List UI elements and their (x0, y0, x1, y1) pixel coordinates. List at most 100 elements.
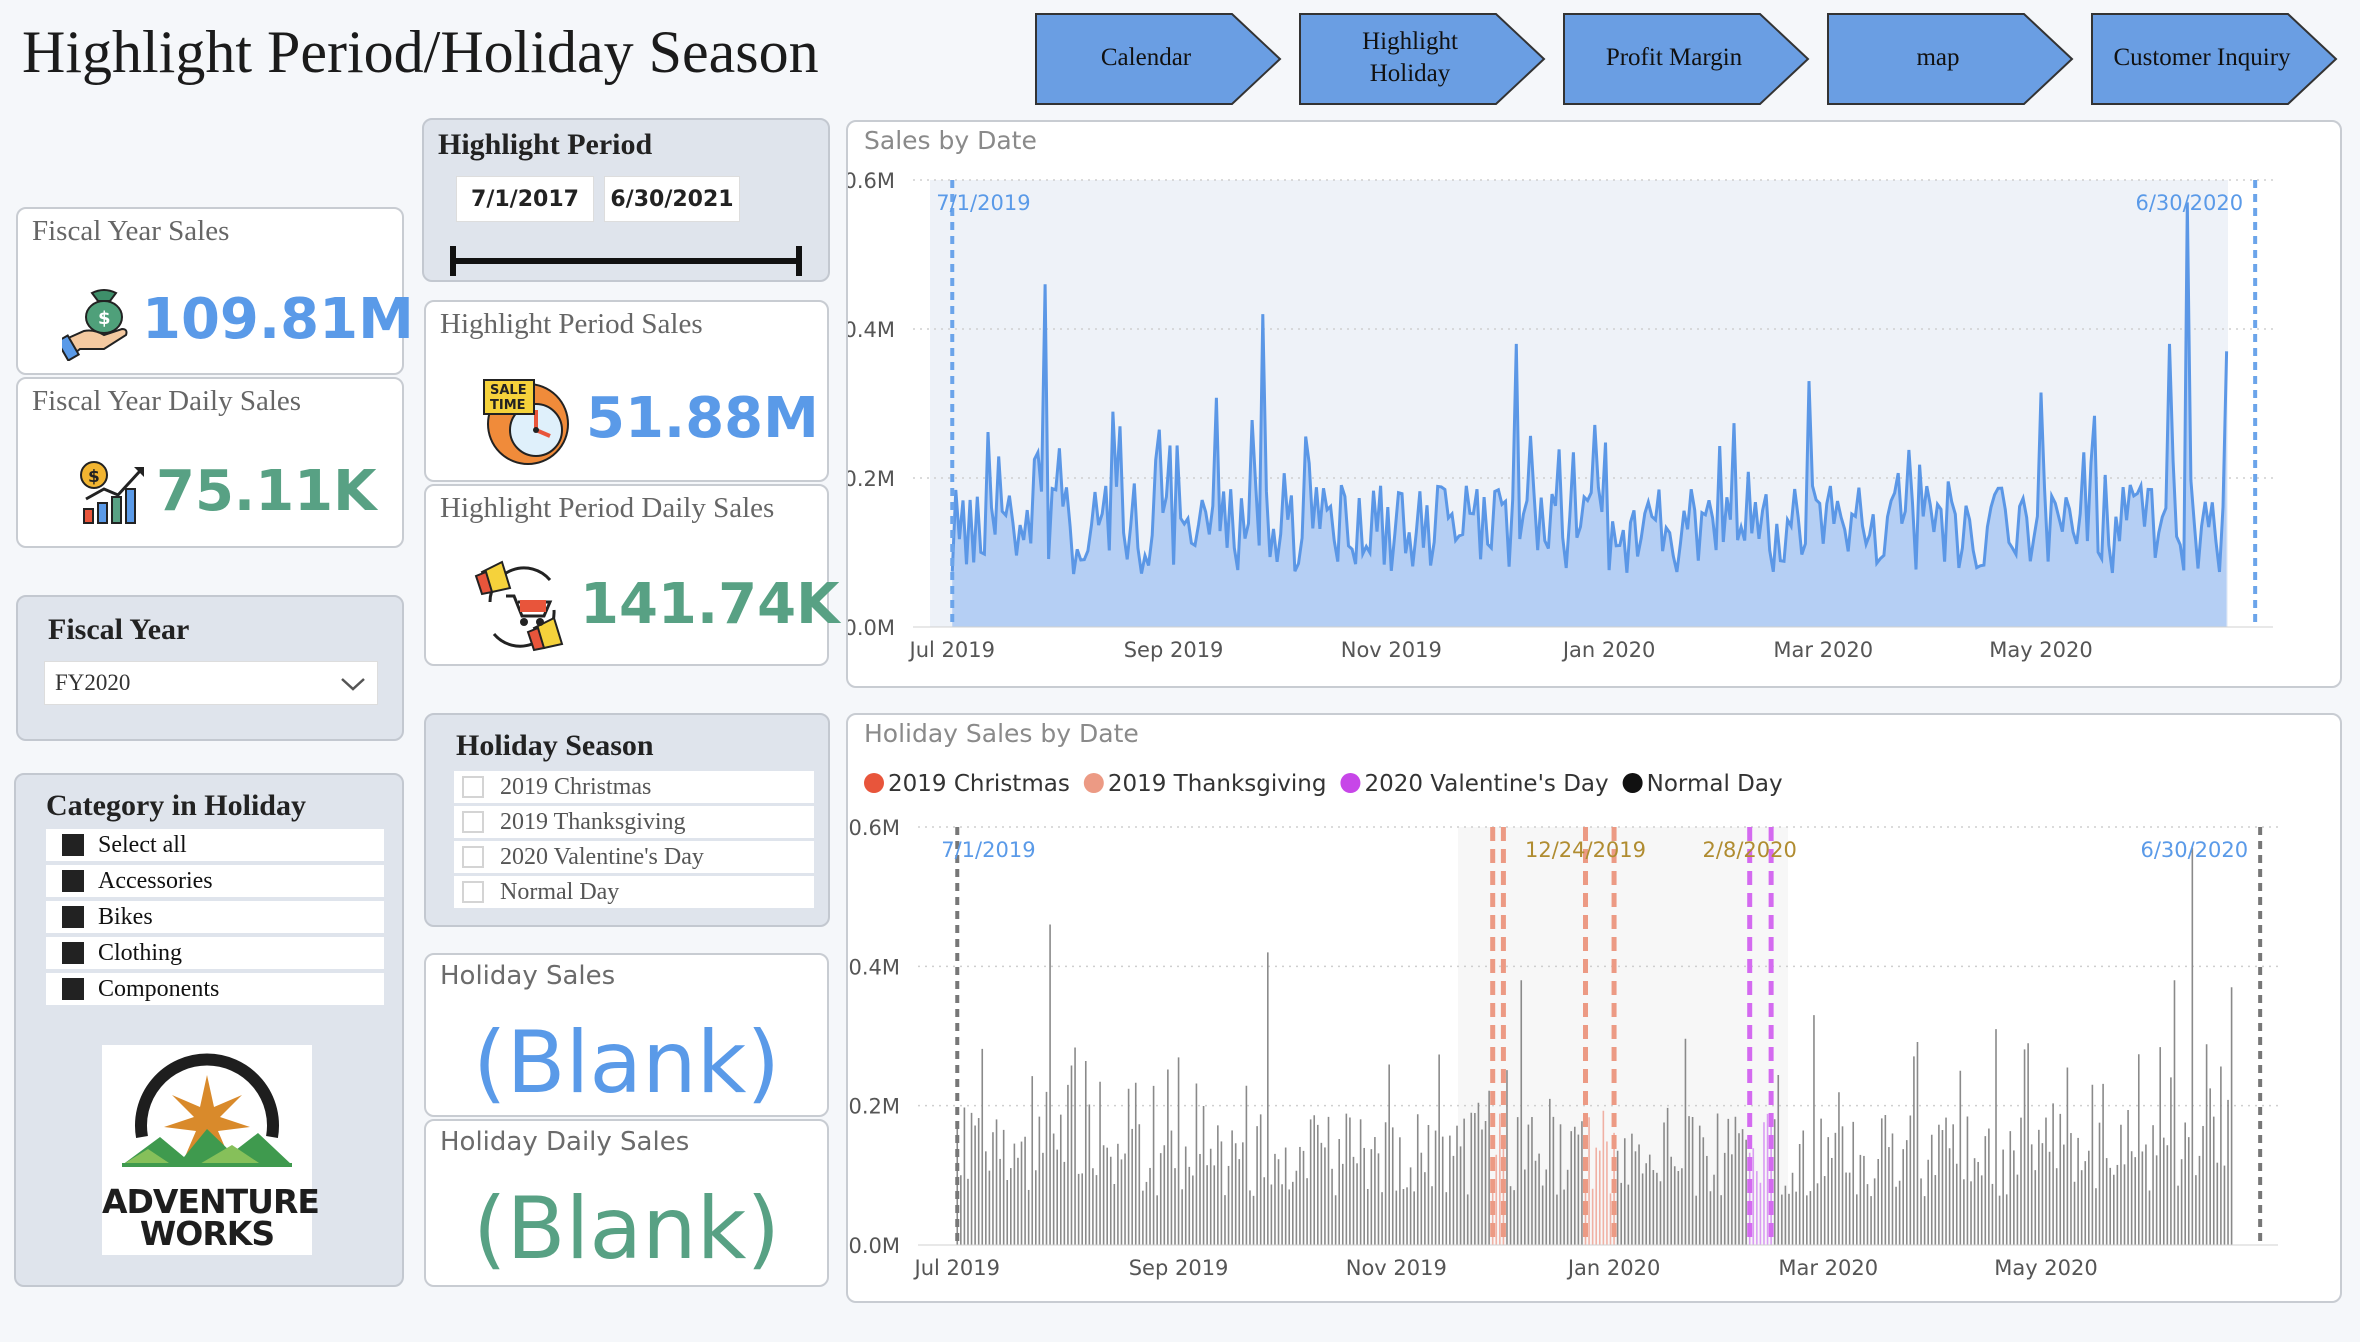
kpi-card-highlight-period-daily-sales: Highlight Period Daily Sales 141.74K (424, 484, 840, 666)
reference-line-label: 2/8/2020 (1703, 838, 1797, 862)
category-option[interactable]: Clothing (46, 937, 384, 969)
legend-marker (1622, 773, 1643, 793)
checkbox-checked-icon[interactable] (62, 942, 84, 964)
svg-text:TIME: TIME (490, 398, 526, 413)
holiday-option[interactable]: 2019 Thanksgiving (454, 806, 814, 838)
page-title: Highlight Period/Holiday Season (22, 19, 819, 85)
x-tick-label: Jul 2019 (913, 1256, 1000, 1280)
x-tick-label: Nov 2019 (1341, 638, 1442, 662)
category-option[interactable]: Components (46, 973, 384, 1005)
kpi-value: 51.88M (586, 386, 819, 451)
kpi-value: (Blank) (472, 1013, 780, 1113)
chevron-down-icon (341, 678, 365, 691)
date-range-slider-handle-end[interactable] (796, 246, 802, 276)
x-tick-label: Mar 2020 (1773, 638, 1873, 662)
legend-item[interactable]: 2019 Christmas (864, 771, 1070, 797)
kpi-value: 141.74K (580, 572, 840, 637)
checkbox-empty-icon[interactable] (462, 881, 484, 903)
category-option[interactable]: Select all (46, 829, 384, 861)
fiscal-year-title: Fiscal Year (48, 613, 190, 646)
holiday-option-label: 2020 Valentine's Day (500, 843, 704, 870)
holiday-sales-by-date-chart: Holiday Sales by Date 2019 Christmas 2019… (846, 713, 2342, 1303)
legend-label: 2019 Christmas (888, 771, 1070, 797)
end-date-input[interactable]: 6/30/2021 (604, 176, 740, 222)
checkbox-checked-icon[interactable] (62, 906, 84, 928)
growth-chart-icon: $ (80, 461, 144, 524)
holiday-option-label: 2019 Christmas (500, 773, 652, 800)
date-range-slider-track[interactable] (452, 258, 800, 264)
legend-marker (1083, 773, 1104, 793)
legend-label: Normal Day (1647, 771, 1783, 797)
legend-label: 2019 Thanksgiving (1108, 771, 1327, 797)
legend-marker (1340, 773, 1361, 793)
checkbox-empty-icon[interactable] (462, 846, 484, 868)
checkbox-checked-icon[interactable] (62, 978, 84, 1000)
svg-text:SALE: SALE (490, 383, 527, 398)
reference-line-label: 6/30/2020 (2135, 191, 2243, 215)
nav-button-label: map (1916, 44, 1960, 71)
svg-text:$: $ (88, 467, 100, 487)
legend-item[interactable]: 2020 Valentine's Day (1340, 771, 1609, 797)
y-tick-label: 0.0M (848, 616, 895, 640)
kpi-card-holiday-daily-sales: Holiday Daily Sales (Blank) (424, 1119, 829, 1287)
x-tick-label: Mar 2020 (1778, 1256, 1878, 1280)
start-date-input[interactable]: 7/1/2017 (456, 176, 594, 222)
x-tick-label: Jan 2020 (1561, 638, 1656, 662)
fiscal-year-selected: FY2020 (55, 670, 131, 695)
holiday-option[interactable]: 2019 Christmas (454, 771, 814, 803)
legend-item[interactable]: Normal Day (1622, 771, 1783, 797)
x-tick-label: Sep 2019 (1129, 1256, 1229, 1280)
y-tick-label: 0.4M (848, 955, 900, 979)
y-tick-label: 0.6M (848, 816, 900, 840)
kpi-title: Holiday Daily Sales (440, 1127, 690, 1157)
category-slicer: Category in Holiday Select all Accessorie… (14, 773, 404, 1287)
checkbox-checked-icon[interactable] (62, 834, 84, 856)
adventure-works-logo: ADVENTURE WORKS (102, 1045, 320, 1255)
money-hand-icon: $ (62, 289, 128, 361)
holiday-sales-by-date-plot[interactable]: 2019 Christmas 2019 Thanksgiving 2020 Vale… (848, 715, 2340, 1301)
kpi-card-holiday-sales: Holiday Sales (Blank) (424, 953, 829, 1117)
highlight-period-title: Highlight Period (438, 128, 653, 161)
kpi-title: Highlight Period Daily Sales (440, 492, 775, 524)
kpi-title: Fiscal Year Sales (32, 215, 230, 247)
y-tick-label: 0.2M (848, 467, 895, 491)
checkbox-empty-icon[interactable] (462, 776, 484, 798)
date-range-slider-handle-start[interactable] (450, 246, 456, 276)
kpi-value: (Blank) (472, 1179, 780, 1279)
y-tick-label: 0.0M (848, 1234, 900, 1258)
checkbox-checked-icon[interactable] (62, 870, 84, 892)
legend-item[interactable]: 2019 Thanksgiving (1083, 771, 1327, 797)
holiday-season-slicer: Holiday Season 2019 Christmas 2019 Thanks… (424, 713, 830, 927)
svg-text:$: $ (98, 308, 111, 329)
reference-line-label: 7/1/2019 (936, 191, 1030, 215)
kpi-title: Holiday Sales (440, 961, 616, 991)
category-option-label: Select all (98, 831, 187, 858)
reference-line-label: 12/24/2019 (1525, 838, 1646, 862)
x-tick-label: Jul 2019 (908, 638, 995, 662)
holiday-option[interactable]: 2020 Valentine's Day (454, 841, 814, 873)
x-tick-label: Jan 2020 (1566, 1256, 1661, 1280)
category-option-label: Accessories (98, 867, 213, 894)
sales-by-date-plot[interactable]: 0.0M 0.2M 0.4M 0.6M Jul 2019 Sep 2019 Nov 2019… (848, 122, 2340, 686)
checkbox-empty-icon[interactable] (462, 811, 484, 833)
x-tick-label: Nov 2019 (1346, 1256, 1447, 1280)
nav-button-label: Calendar (1100, 44, 1192, 71)
category-title: Category in Holiday (46, 789, 306, 822)
category-option[interactable]: Accessories (46, 865, 384, 897)
category-option-label: Bikes (98, 903, 153, 930)
fiscal-year-dropdown[interactable]: FY2020 (44, 661, 378, 705)
holiday-option[interactable]: Normal Day (454, 876, 814, 908)
category-option[interactable]: Bikes (46, 901, 384, 933)
kpi-value: 109.81M (142, 287, 414, 352)
logo-line2: WORKS (139, 1214, 275, 1253)
reference-line-label: 7/1/2019 (941, 838, 1035, 862)
kpi-card-fiscal-year-daily-sales: Fiscal Year Daily Sales $ 75.11K (16, 377, 404, 548)
category-option-label: Components (98, 975, 220, 1002)
category-option-label: Clothing (98, 939, 183, 966)
sales-by-date-chart: Sales by Date 0.0M 0.2M 0.4M 0.6M Jul 2019 Se… (846, 120, 2342, 688)
kpi-card-fiscal-year-sales: Fiscal Year Sales $ 109.81M (16, 207, 414, 375)
kpi-value: 75.11K (156, 459, 377, 524)
nav-button-label: Customer Inquiry (2113, 44, 2291, 71)
legend-label: 2020 Valentine's Day (1364, 771, 1608, 797)
y-tick-label: 0.2M (848, 1095, 900, 1119)
